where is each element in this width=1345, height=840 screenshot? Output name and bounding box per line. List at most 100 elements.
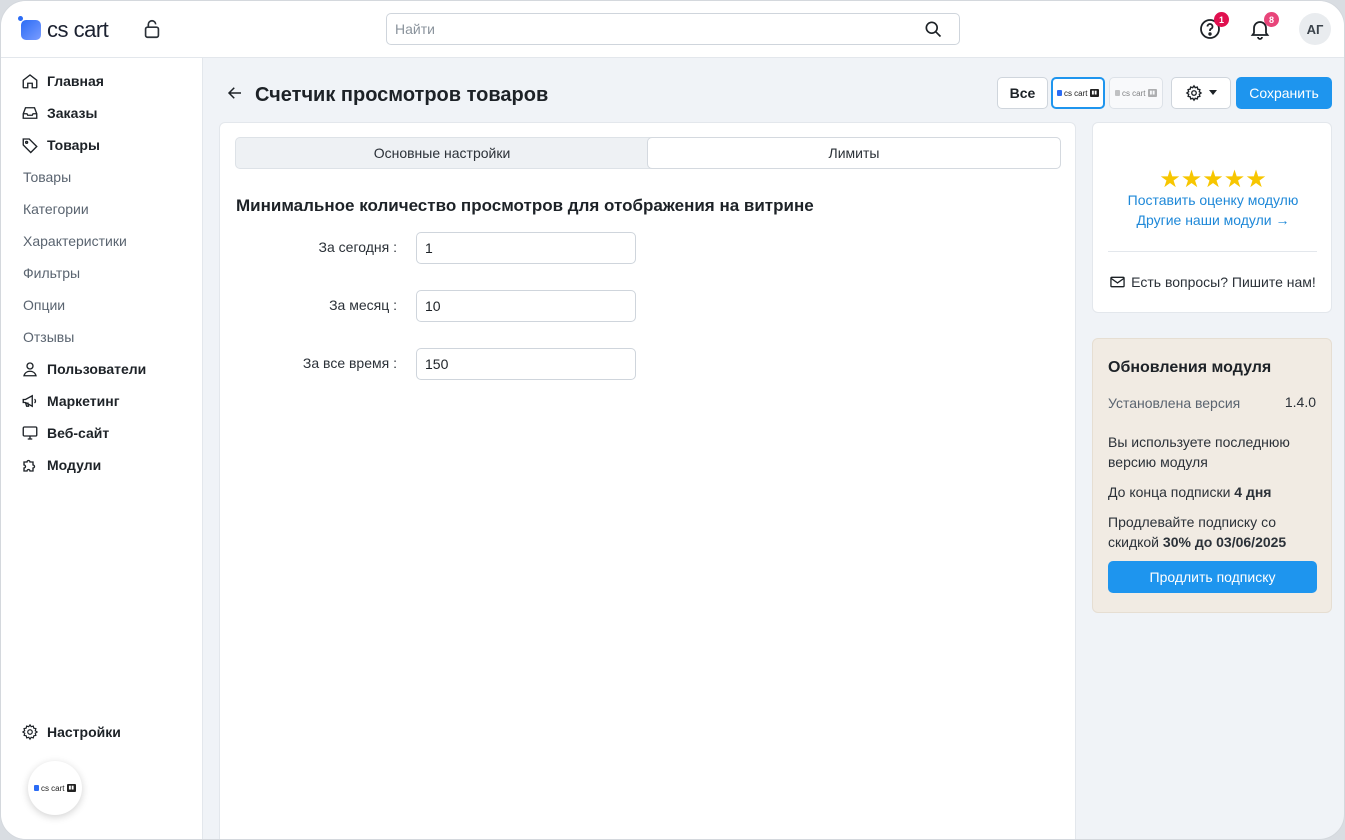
form-row-all-time: За все время :	[220, 348, 1077, 380]
store-logo: cs cart ▮▮	[1114, 88, 1158, 98]
sidebar-item-label: Заказы	[47, 105, 98, 121]
sidebar-item-users[interactable]: Пользователи	[21, 359, 146, 379]
caret-down-icon	[1209, 90, 1217, 95]
installed-version-value: 1.4.0	[1284, 394, 1316, 410]
all-time-limit-input[interactable]	[416, 348, 636, 380]
sidebar-item-label: Маркетинг	[47, 393, 120, 409]
app-window: cs cart 1 8 АГ	[0, 0, 1345, 840]
sidebar-item-modules[interactable]: Модули	[21, 455, 101, 475]
sidebar-item-label: Товары	[47, 137, 100, 153]
inbox-icon	[22, 107, 38, 119]
logo-mark-icon	[1114, 90, 1120, 96]
store-logo-tag-icon: ▮▮	[66, 784, 77, 792]
sidebar-subitem-products[interactable]: Товары	[23, 167, 71, 187]
store-logo: cs cart ▮▮	[33, 783, 77, 793]
notifications-button[interactable]: 8	[1248, 12, 1279, 41]
rating-card: ★★★★★ Поставить оценку модулю Другие наш…	[1092, 122, 1332, 313]
store-logo-text: cs cart	[1063, 88, 1088, 98]
rating-stars-icon[interactable]: ★★★★★	[1093, 165, 1333, 194]
sidebar-item-label: Настройки	[47, 724, 121, 740]
search-icon[interactable]	[923, 19, 943, 39]
mail-icon	[1110, 276, 1125, 288]
sidebar: Главная Заказы Товары Товары Категории Х…	[1, 58, 203, 839]
sidebar-item-label: Веб-сайт	[47, 425, 110, 441]
sidebar-item-home[interactable]: Главная	[21, 71, 104, 91]
search-box[interactable]	[386, 13, 960, 45]
sidebar-subitem-features[interactable]: Характеристики	[23, 231, 127, 251]
search-input[interactable]	[395, 21, 923, 37]
save-button[interactable]: Сохранить	[1236, 77, 1332, 109]
page-title: Счетчик просмотров товаров	[255, 84, 549, 106]
settings-panel: Основные настройки Лимиты Минимальное ко…	[219, 122, 1077, 839]
gear-icon	[21, 723, 39, 741]
sidebar-subitem-options[interactable]: Опции	[23, 295, 65, 315]
store-logo-text: cs cart	[1121, 88, 1146, 98]
logo-mark-icon	[1056, 90, 1062, 96]
renew-offer-text: Продлевайте подписку со скидкой 30% до 0…	[1108, 512, 1323, 552]
sidebar-subitem-filters[interactable]: Фильтры	[23, 263, 80, 283]
divider	[1108, 251, 1317, 252]
tab-general-settings[interactable]: Основные настройки	[236, 138, 648, 168]
sidebar-item-label: Главная	[47, 73, 104, 89]
home-icon	[22, 74, 38, 89]
storefront-filter-all[interactable]: Все	[997, 77, 1048, 109]
other-modules-link[interactable]: Другие наши модули →	[1093, 212, 1333, 228]
cs-cart-logo[interactable]: cs cart	[18, 16, 109, 43]
subscription-days: 4 дня	[1234, 484, 1272, 500]
sidebar-item-products[interactable]: Товары	[21, 135, 100, 155]
form-row-today: За сегодня :	[220, 232, 1077, 264]
unlock-icon[interactable]	[141, 18, 163, 40]
latest-version-note: Вы используете последнюю версию модуля	[1108, 434, 1290, 470]
store-logo: cs cart ▮▮	[1056, 88, 1100, 98]
store-logo-text: cs cart	[40, 783, 65, 793]
sidebar-item-marketing[interactable]: Маркетинг	[21, 391, 120, 411]
storefront-filter-store-2[interactable]: cs cart ▮▮	[1109, 77, 1163, 109]
top-bar: cs cart 1 8 АГ	[1, 1, 1344, 58]
section-title: Минимальное количество просмотров для от…	[236, 196, 814, 215]
monitor-icon	[22, 426, 38, 440]
installed-version-label: Установлена версия	[1108, 395, 1241, 411]
sidebar-item-settings[interactable]: Настройки	[21, 722, 121, 742]
user-avatar[interactable]: АГ	[1299, 13, 1331, 45]
megaphone-icon	[22, 394, 37, 408]
field-label: За все время :	[302, 355, 397, 371]
sidebar-item-website[interactable]: Веб-сайт	[21, 423, 109, 443]
contact-link[interactable]: Есть вопросы? Пишите нам!	[1093, 274, 1333, 290]
help-badge: 1	[1214, 12, 1229, 27]
store-switcher-badge[interactable]: cs cart ▮▮	[28, 761, 82, 815]
field-label: За месяц :	[329, 297, 397, 313]
contact-text: Есть вопросы? Пишите нам!	[1131, 274, 1316, 290]
puzzle-icon	[23, 459, 36, 472]
subscription-prefix: До конца подписки	[1108, 484, 1231, 500]
store-logo-tag-icon: ▮▮	[1089, 89, 1100, 97]
sidebar-subitem-categories[interactable]: Категории	[23, 199, 89, 219]
field-label: За сегодня :	[318, 239, 397, 255]
rate-module-link[interactable]: Поставить оценку модулю	[1093, 192, 1333, 208]
tag-icon	[22, 138, 38, 154]
logo-mark-icon	[33, 785, 39, 791]
sidebar-item-label: Пользователи	[47, 361, 147, 377]
storefront-filter-store-1[interactable]: cs cart ▮▮	[1051, 77, 1105, 109]
sidebar-item-label: Модули	[47, 457, 102, 473]
renew-subscription-button[interactable]: Продлить подписку	[1108, 561, 1317, 593]
updates-title: Обновления модуля	[1108, 359, 1272, 376]
tabs: Основные настройки Лимиты	[235, 137, 1061, 169]
renew-offer-discount: 30% до 03/06/2025	[1162, 534, 1287, 550]
sidebar-item-orders[interactable]: Заказы	[21, 103, 97, 123]
today-limit-input[interactable]	[416, 232, 636, 264]
sidebar-subitem-reviews[interactable]: Отзывы	[23, 327, 74, 347]
module-updates-card: Обновления модуля Установлена версия 1.4…	[1092, 338, 1332, 613]
user-icon	[23, 362, 37, 377]
logo-text: cs cart	[47, 17, 109, 42]
help-button[interactable]: 1	[1198, 12, 1229, 41]
notifications-badge: 8	[1264, 12, 1279, 27]
gear-icon	[1185, 84, 1203, 102]
store-logo-tag-icon: ▮▮	[1147, 89, 1158, 97]
back-arrow-icon[interactable]	[226, 84, 244, 102]
month-limit-input[interactable]	[416, 290, 636, 322]
form-row-month: За месяц :	[220, 290, 1077, 322]
settings-dropdown-button[interactable]	[1171, 77, 1231, 109]
tab-limits[interactable]: Лимиты	[647, 137, 1061, 169]
logo-mark-icon	[18, 16, 41, 40]
subscription-remaining: До конца подписки 4 дня	[1108, 482, 1271, 502]
